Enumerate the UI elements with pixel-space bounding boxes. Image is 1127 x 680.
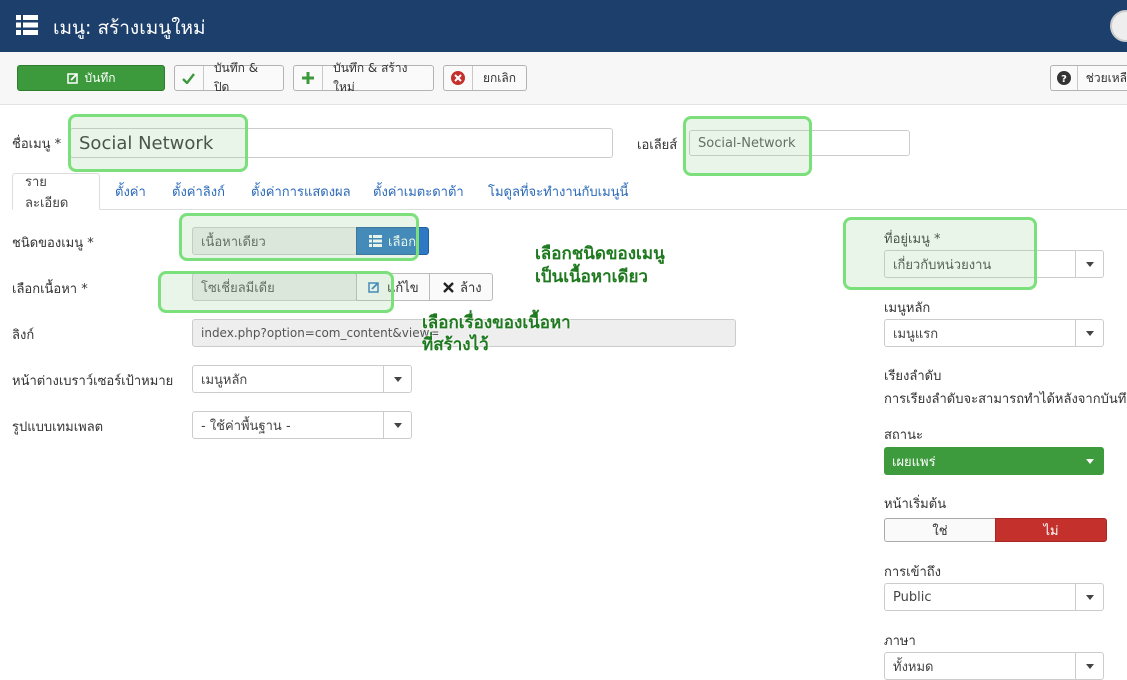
- close-icon: [443, 281, 454, 293]
- language-value: ทั้งหมด: [893, 659, 934, 675]
- ordering-note: การเรียงลำดับจะสามารถทำได้หลังจากบันทึกแ: [884, 392, 1127, 407]
- save-close-label: บันทึก & ปิด: [213, 61, 259, 94]
- chevron-down-icon: [1075, 584, 1103, 610]
- link-value: index.php?option=com_content&view=: [201, 326, 440, 340]
- title-label: ชื่อเมนู *: [12, 137, 62, 152]
- top-header: เมนู: สร้างเมนูใหม่: [0, 0, 1127, 52]
- help-label: ช่วยเหลื: [1085, 70, 1127, 85]
- grid-list-icon[interactable]: [16, 14, 38, 36]
- access-label: การเข้าถึง: [884, 565, 942, 580]
- save-label: บันทึก: [84, 70, 116, 85]
- default-page-yes-button[interactable]: ใช่: [884, 518, 996, 542]
- template-style-label: รูปแบบเทมเพลต: [12, 420, 104, 435]
- target-window-label: หน้าต่างเบราว์เซอร์เป้าหมาย: [12, 374, 174, 389]
- highlight-menu-type: [179, 213, 419, 261]
- tab-link-type[interactable]: ตั้งค่าลิงก์: [172, 173, 225, 209]
- save-new-label: บันทึก & สร้างใหม่: [333, 61, 408, 94]
- template-style-value: - ใช้ค่าพื้นฐาน -: [201, 418, 291, 434]
- status-value: เผยแพร่: [892, 454, 936, 470]
- tab-bar: รายละเอียด ตั้งค่า ตั้งค่าลิงก์ ตั้งค่าก…: [12, 173, 1127, 211]
- edit-icon: [66, 73, 78, 84]
- annotation-menu-type-2: เป็นเนื้อหาเดียว: [535, 267, 648, 287]
- highlight-alias: [683, 116, 812, 176]
- annotation-menu-type-1: เลือกชนิดของเมนู: [535, 244, 665, 264]
- template-style-select[interactable]: - ใช้ค่าพื้นฐาน -: [192, 411, 412, 439]
- annotation-content-2: ที่สร้างไว้: [422, 335, 489, 355]
- link-label: ลิงก์: [12, 328, 35, 343]
- status-select[interactable]: เผยแพร่: [884, 447, 1104, 475]
- page-title: เมนู: สร้างเมนูใหม่: [53, 17, 206, 39]
- highlight-content: [158, 271, 394, 313]
- parent-item-value: เมนูแรก: [893, 326, 939, 342]
- access-value: Public: [893, 589, 932, 605]
- default-page-label: หน้าเริ่มต้น: [884, 497, 947, 512]
- select-content-label: เลือกเนื้อหา *: [12, 282, 88, 297]
- save-button[interactable]: บันทึก: [17, 65, 165, 91]
- tab-page-display[interactable]: ตั้งค่าการแสดงผล: [251, 173, 351, 209]
- default-page-no-button[interactable]: ไม่: [995, 518, 1107, 542]
- chevron-down-icon: [1075, 251, 1103, 277]
- save-close-button[interactable]: บันทึก & ปิด: [174, 61, 284, 94]
- language-select[interactable]: ทั้งหมด: [884, 652, 1104, 680]
- tab-options[interactable]: ตั้งค่า: [115, 173, 146, 209]
- chevron-down-icon: [1075, 653, 1103, 679]
- plus-icon: [294, 66, 324, 90]
- avatar[interactable]: [1110, 10, 1127, 42]
- alias-label: เอเลียส์: [637, 138, 678, 153]
- highlight-title: [68, 114, 248, 172]
- help-button[interactable]: ? ช่วยเหลื: [1050, 65, 1127, 91]
- language-label: ภาษา: [884, 634, 916, 649]
- highlight-menu-location: [843, 217, 1037, 290]
- question-icon: ?: [1051, 66, 1078, 90]
- svg-text:?: ?: [1061, 74, 1067, 85]
- target-window-select[interactable]: เมนูหลัก: [192, 365, 412, 393]
- access-select[interactable]: Public: [884, 583, 1104, 611]
- save-new-button[interactable]: บันทึก & สร้างใหม่: [293, 61, 434, 94]
- status-label: สถานะ: [884, 428, 923, 443]
- menu-type-label: ชนิดของเมนู *: [12, 236, 94, 251]
- tab-details[interactable]: รายละเอียด: [12, 173, 100, 211]
- annotation-content-1: เลือกเรื่องของเนื้อหา: [422, 313, 571, 333]
- chevron-down-icon: [383, 366, 411, 392]
- tab-modules[interactable]: โมดูลที่จะทำงานกับเมนูนี้: [488, 173, 628, 209]
- chevron-down-icon: [383, 412, 411, 438]
- chevron-down-icon: [1086, 459, 1094, 464]
- clear-content-button[interactable]: ล้าง: [429, 273, 493, 301]
- target-window-value: เมนูหลัก: [201, 372, 248, 388]
- cancel-label: ยกเลิก: [482, 70, 516, 85]
- chevron-down-icon: [1075, 320, 1103, 346]
- clear-content-label: ล้าง: [460, 280, 482, 296]
- cancel-button[interactable]: ยกเลิก: [443, 65, 527, 91]
- check-icon: [175, 66, 204, 90]
- toolbar: บันทึก บันทึก & ปิด บันทึก & สร้างใหม่ ย…: [0, 52, 1127, 105]
- parent-item-label: เมนูหลัก: [884, 301, 931, 316]
- tab-metadata[interactable]: ตั้งค่าเมตะดาต้า: [373, 173, 464, 209]
- cancel-icon: [444, 66, 473, 90]
- parent-item-select[interactable]: เมนูแรก: [884, 319, 1104, 347]
- ordering-label: เรียงลำดับ: [884, 369, 942, 384]
